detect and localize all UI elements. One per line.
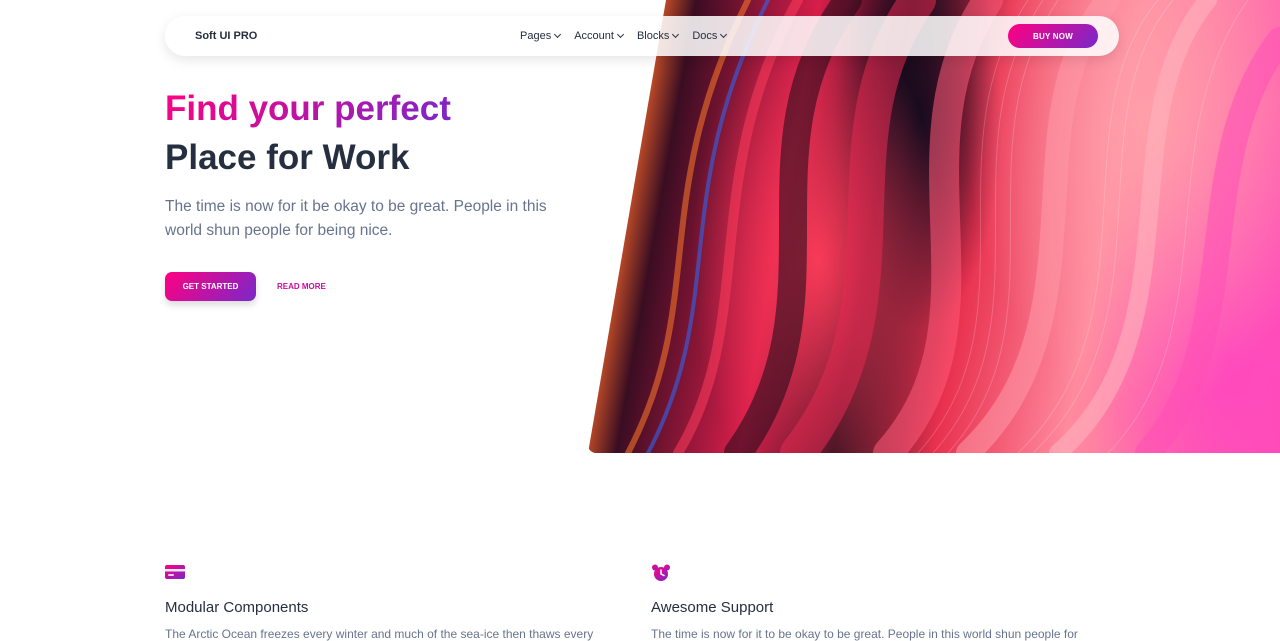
nav-item-label: Docs	[692, 30, 718, 42]
nav-item-pages[interactable]: Pages	[520, 30, 562, 42]
nav-menu: Pages Account Blocks Docs	[520, 30, 740, 42]
hero-title-main: Place for Work	[165, 138, 410, 177]
buy-now-button[interactable]: BUY NOW	[1008, 24, 1098, 48]
feature-text: The Arctic Ocean freezes every winter an…	[165, 627, 594, 641]
feature-card-support: Awesome Support The time is now for it t…	[651, 564, 1111, 641]
brand-logo-text[interactable]: Soft UI PRO	[195, 30, 257, 42]
read-more-link[interactable]: READ MORE	[277, 282, 326, 291]
chevron-down-icon	[616, 30, 624, 39]
nav-item-label: Blocks	[636, 30, 670, 42]
hero-description: The time is now for it be okay to be gre…	[165, 198, 547, 239]
nav-item-account[interactable]: Account	[574, 30, 624, 42]
nav-item-docs[interactable]: Docs	[692, 30, 728, 42]
chevron-down-icon	[672, 30, 680, 39]
hero-title: Find your perfect Place for Work	[165, 84, 451, 182]
chevron-down-icon	[554, 30, 562, 39]
feature-card-modular: Modular Components The Arctic Ocean free…	[165, 564, 625, 641]
get-started-button[interactable]: GET STARTED	[165, 272, 256, 301]
feature-title: Awesome Support	[651, 599, 774, 616]
abstract-swirl-graphic	[625, 0, 1280, 453]
credit-card-icon	[165, 565, 185, 579]
alarm-clock-icon	[652, 564, 670, 581]
navbar: Soft UI PRO Pages Account Blocks Docs BU…	[165, 16, 1119, 56]
nav-item-label: Pages	[520, 30, 552, 42]
hero-image	[588, 0, 1280, 453]
feature-text: The time is now for it to be okay to be …	[651, 627, 1078, 641]
nav-item-blocks[interactable]: Blocks	[636, 30, 680, 42]
feature-title: Modular Components	[165, 599, 309, 616]
chevron-down-icon	[720, 30, 728, 39]
hero-title-highlight: Find your perfect	[165, 84, 451, 133]
nav-item-label: Account	[574, 30, 614, 42]
